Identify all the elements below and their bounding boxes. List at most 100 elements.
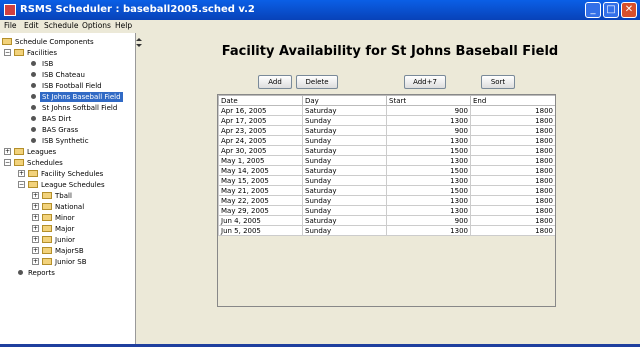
cell-date[interactable]: May 1, 2005	[218, 155, 303, 166]
expand-toggle[interactable]: +	[4, 148, 11, 155]
tree-item-junior[interactable]: + Junior	[0, 235, 135, 245]
tree-item-bas-grass[interactable]: BAS Grass	[0, 125, 135, 135]
expand-toggle[interactable]: +	[18, 170, 25, 177]
column-header-date[interactable]: Date	[218, 95, 303, 106]
table-row[interactable]: May 15, 2005 Sunday 1300 1800	[218, 175, 555, 186]
delete-button[interactable]: Delete	[296, 75, 338, 89]
menu-edit[interactable]: Edit	[24, 21, 39, 30]
menu-file[interactable]: File	[4, 21, 17, 30]
add-button[interactable]: Add	[258, 75, 292, 89]
cell-end[interactable]: 1800	[470, 195, 555, 206]
cell-day[interactable]: Saturday	[302, 105, 387, 116]
table-row[interactable]: Apr 16, 2005 Saturday 900 1800	[218, 105, 555, 116]
cell-start[interactable]: 1300	[386, 225, 471, 236]
tree-item-tball[interactable]: + Tball	[0, 191, 135, 201]
cell-day[interactable]: Saturday	[302, 125, 387, 136]
column-header-day[interactable]: Day	[302, 95, 387, 106]
cell-start[interactable]: 1500	[386, 145, 471, 156]
cell-day[interactable]: Sunday	[302, 155, 387, 166]
collapse-toggle[interactable]: −	[4, 49, 11, 56]
cell-date[interactable]: May 29, 2005	[218, 205, 303, 216]
tree-root[interactable]: Schedule Components	[0, 37, 135, 47]
splitter-arrow-up-icon[interactable]	[136, 38, 142, 41]
cell-date[interactable]: Apr 23, 2005	[218, 125, 303, 136]
cell-end[interactable]: 1800	[470, 225, 555, 236]
expand-toggle[interactable]: +	[32, 247, 39, 254]
expand-toggle[interactable]: +	[32, 214, 39, 221]
tree-item-st-johns-softball-field[interactable]: St Johns Softball Field	[0, 103, 135, 113]
menu-schedule[interactable]: Schedule	[44, 21, 78, 30]
menu-help[interactable]: Help	[115, 21, 132, 30]
expand-toggle[interactable]: +	[32, 203, 39, 210]
cell-date[interactable]: Jun 5, 2005	[218, 225, 303, 236]
table-row[interactable]: Jun 5, 2005 Sunday 1300 1800	[218, 225, 555, 236]
cell-day[interactable]: Sunday	[302, 205, 387, 216]
cell-date[interactable]: May 21, 2005	[218, 185, 303, 196]
table-row[interactable]: Apr 24, 2005 Sunday 1300 1800	[218, 135, 555, 146]
tree-item-national[interactable]: + National	[0, 202, 135, 212]
cell-start[interactable]: 1500	[386, 165, 471, 176]
cell-date[interactable]: Apr 24, 2005	[218, 135, 303, 146]
minimize-button[interactable]: _	[585, 2, 601, 18]
table-row[interactable]: May 21, 2005 Saturday 1500 1800	[218, 185, 555, 196]
cell-start[interactable]: 900	[386, 215, 471, 226]
tree-item-st-johns-baseball-field[interactable]: St Johns Baseball Field	[0, 92, 135, 102]
cell-end[interactable]: 1800	[470, 215, 555, 226]
tree-item-junior-sb[interactable]: + Junior SB	[0, 257, 135, 267]
tree-item-isb-synthetic[interactable]: ISB Synthetic	[0, 136, 135, 146]
cell-end[interactable]: 1800	[470, 105, 555, 116]
cell-end[interactable]: 1800	[470, 115, 555, 126]
table-row[interactable]: Apr 30, 2005 Saturday 1500 1800	[218, 145, 555, 156]
expand-toggle[interactable]: +	[32, 225, 39, 232]
cell-start[interactable]: 900	[386, 125, 471, 136]
cell-day[interactable]: Saturday	[302, 165, 387, 176]
component-tree[interactable]: Schedule Components − Facilities ISB ISB…	[0, 33, 136, 344]
cell-start[interactable]: 1300	[386, 195, 471, 206]
tree-item-bas-dirt[interactable]: BAS Dirt	[0, 114, 135, 124]
cell-date[interactable]: Apr 16, 2005	[218, 105, 303, 116]
expand-toggle[interactable]: +	[32, 258, 39, 265]
cell-date[interactable]: Apr 17, 2005	[218, 115, 303, 126]
cell-start[interactable]: 1300	[386, 205, 471, 216]
cell-start[interactable]: 1300	[386, 175, 471, 186]
tree-reports[interactable]: Reports	[0, 268, 135, 278]
cell-start[interactable]: 1300	[386, 115, 471, 126]
cell-end[interactable]: 1800	[470, 165, 555, 176]
cell-end[interactable]: 1800	[470, 185, 555, 196]
cell-end[interactable]: 1800	[470, 155, 555, 166]
cell-day[interactable]: Sunday	[302, 195, 387, 206]
cell-end[interactable]: 1800	[470, 175, 555, 186]
expand-toggle[interactable]: +	[32, 192, 39, 199]
cell-day[interactable]: Sunday	[302, 115, 387, 126]
collapse-toggle[interactable]: −	[18, 181, 25, 188]
cell-day[interactable]: Sunday	[302, 225, 387, 236]
tree-item-isb-chateau[interactable]: ISB Chateau	[0, 70, 135, 80]
tree-item-isb[interactable]: ISB	[0, 59, 135, 69]
cell-day[interactable]: Saturday	[302, 145, 387, 156]
cell-date[interactable]: May 15, 2005	[218, 175, 303, 186]
tree-schedules[interactable]: − Schedules	[0, 158, 135, 168]
tree-item-major[interactable]: + Major	[0, 224, 135, 234]
table-row[interactable]: May 22, 2005 Sunday 1300 1800	[218, 195, 555, 206]
tree-item-minor[interactable]: + Minor	[0, 213, 135, 223]
cell-date[interactable]: May 22, 2005	[218, 195, 303, 206]
table-row[interactable]: May 14, 2005 Saturday 1500 1800	[218, 165, 555, 176]
menu-options[interactable]: Options	[82, 21, 111, 30]
cell-start[interactable]: 1500	[386, 185, 471, 196]
cell-day[interactable]: Saturday	[302, 215, 387, 226]
panel-splitter[interactable]	[136, 33, 140, 344]
cell-day[interactable]: Saturday	[302, 185, 387, 196]
tree-facilities[interactable]: − Facilities	[0, 48, 135, 58]
cell-date[interactable]: May 14, 2005	[218, 165, 303, 176]
collapse-toggle[interactable]: −	[4, 159, 11, 166]
expand-toggle[interactable]: +	[32, 236, 39, 243]
cell-date[interactable]: Apr 30, 2005	[218, 145, 303, 156]
column-header-end[interactable]: End	[470, 95, 555, 106]
table-row[interactable]: Apr 23, 2005 Saturday 900 1800	[218, 125, 555, 136]
tree-leagues[interactable]: + Leagues	[0, 147, 135, 157]
add-plus-7-button[interactable]: Add+7	[404, 75, 446, 89]
cell-start[interactable]: 900	[386, 105, 471, 116]
cell-end[interactable]: 1800	[470, 145, 555, 156]
table-row[interactable]: May 1, 2005 Sunday 1300 1800	[218, 155, 555, 166]
tree-facility-schedules[interactable]: + Facility Schedules	[0, 169, 135, 179]
